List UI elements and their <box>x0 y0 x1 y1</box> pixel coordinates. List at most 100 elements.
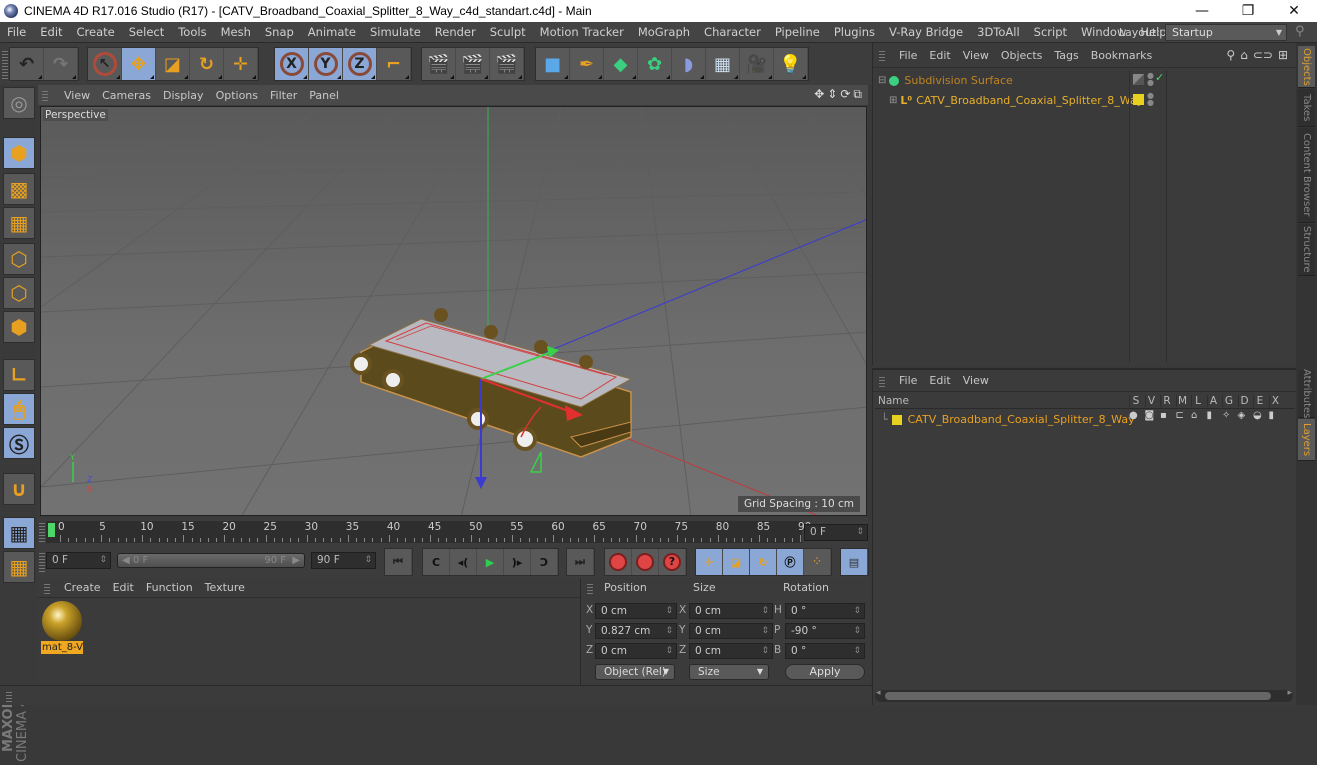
viewport-grip[interactable] <box>42 89 48 101</box>
object-name[interactable]: CATV_Broadband_Coaxial_Splitter_8_Way <box>916 94 1143 107</box>
home-icon[interactable]: ⌂ <box>1240 48 1248 62</box>
menu-plugins[interactable]: Plugins <box>827 25 882 39</box>
scrollbar-thumb[interactable] <box>885 692 1271 700</box>
go-to-previous-key-button[interactable]: C <box>423 549 450 575</box>
xref-flag-icon[interactable]: ▮ <box>1269 410 1275 421</box>
search-icon[interactable]: ⚲ <box>1295 24 1311 40</box>
new-window-icon[interactable]: ⊞ <box>1278 48 1288 62</box>
objects-menu-bookmarks[interactable]: Bookmarks <box>1085 49 1158 62</box>
size-x-field[interactable]: 0 cm <box>689 603 773 619</box>
rotate-button[interactable]: ↻ <box>190 48 224 80</box>
last-tool-button[interactable]: ✛ <box>224 48 258 80</box>
apply-button[interactable]: Apply <box>785 664 865 680</box>
visibility-dots[interactable]: ● ● <box>1147 72 1154 87</box>
menu-file[interactable]: File <box>0 25 33 39</box>
record-rotation-button[interactable]: ↻ <box>750 549 777 575</box>
side-tab-content-browser[interactable]: Content Browser <box>1298 128 1315 223</box>
objects-menu-file[interactable]: File <box>893 49 923 62</box>
collapse-icon[interactable]: ⊟ <box>878 75 886 86</box>
objects-grip[interactable] <box>879 49 885 61</box>
close-button[interactable]: ✕ <box>1271 0 1317 22</box>
layer-column-m[interactable]: M <box>1175 395 1189 407</box>
range-left-arrow[interactable]: ◀ <box>122 554 130 567</box>
scale-button[interactable]: ◪ <box>156 48 190 80</box>
objects-menu-objects[interactable]: Objects <box>995 49 1049 62</box>
redo-button[interactable]: ↷ <box>44 48 78 80</box>
expressions-flag-icon[interactable]: ◒ <box>1253 410 1262 421</box>
planar-workplane-button[interactable]: ▦ <box>3 551 35 583</box>
viewport-menu-display[interactable]: Display <box>157 89 210 102</box>
expand-icon[interactable]: ⊞ <box>889 95 897 106</box>
transport-grip[interactable] <box>39 552 45 572</box>
layers-grip[interactable] <box>879 375 885 387</box>
menu-snap[interactable]: Snap <box>258 25 301 39</box>
status-grip[interactable] <box>6 690 12 702</box>
timeline-grip[interactable] <box>39 522 45 542</box>
autokeying-button[interactable] <box>632 549 659 575</box>
solo-mode-button[interactable]: Ⓢ <box>3 427 35 459</box>
menu-character[interactable]: Character <box>697 25 768 39</box>
start-frame-field[interactable]: 0 F <box>46 552 111 569</box>
coordinate-system-button[interactable]: ⌐ <box>377 48 411 80</box>
layer-toggle-icon[interactable] <box>1133 74 1144 85</box>
position-y-field[interactable]: 0.827 cm <box>595 623 677 639</box>
camera-button[interactable]: 🎥 <box>740 48 774 80</box>
material-grip[interactable] <box>44 582 50 594</box>
y-axis-button[interactable]: Y <box>309 48 343 80</box>
manager-flag-icon[interactable]: ⊏ <box>1176 410 1184 421</box>
move-view-icon[interactable]: ✥ <box>814 87 824 102</box>
generators-flag-icon[interactable]: ✧ <box>1222 410 1230 421</box>
animation-flag-icon[interactable]: ▮ <box>1207 410 1213 421</box>
record-scale-button[interactable]: ◪ <box>723 549 750 575</box>
play-forwards-button[interactable]: ▶ <box>477 549 504 575</box>
menu-pipeline[interactable]: Pipeline <box>768 25 827 39</box>
layer-column-r[interactable]: R <box>1160 395 1173 407</box>
record-parameter-button[interactable]: Ⓟ <box>777 549 804 575</box>
objects-menu-edit[interactable]: Edit <box>923 49 956 62</box>
make-editable-button[interactable]: ◎ <box>3 87 35 119</box>
viewport-menu-panel[interactable]: Panel <box>303 89 345 102</box>
cube-button[interactable]: ■ <box>536 48 570 80</box>
current-frame-field[interactable]: 0 F <box>804 524 868 541</box>
rotation-b-field[interactable]: 0 ° <box>785 643 865 659</box>
floor-button[interactable]: ▦ <box>706 48 740 80</box>
menu-3dtoall[interactable]: 3DToAll <box>970 25 1027 39</box>
object-row[interactable]: ⊟ Subdivision Surface <box>875 71 1275 90</box>
rotation-p-field[interactable]: -90 ° <box>785 623 865 639</box>
material-menu-edit[interactable]: Edit <box>107 581 140 594</box>
layout-dropdown[interactable]: Startup <box>1165 24 1287 41</box>
points-mode-button[interactable]: ⬡ <box>3 243 35 275</box>
visibility-dots[interactable]: ● ● <box>1147 92 1154 107</box>
layer-column-s[interactable]: S <box>1129 395 1142 407</box>
z-axis-button[interactable]: Z <box>343 48 377 80</box>
menu-mograph[interactable]: MoGraph <box>631 25 697 39</box>
texture-mode-button[interactable]: ▩ <box>3 173 35 205</box>
layer-column-a[interactable]: A <box>1206 395 1220 407</box>
rotate-view-icon[interactable]: ⟳ <box>840 87 850 102</box>
axis-mode-button[interactable]: ∟ <box>3 359 35 391</box>
go-to-end-frame-button[interactable]: ⏭ <box>567 549 594 575</box>
material-menu-texture[interactable]: Texture <box>199 581 251 594</box>
material-name[interactable]: mat_8-V <box>41 641 83 654</box>
layer-column-l[interactable]: L <box>1191 395 1204 407</box>
menu-mesh[interactable]: Mesh <box>214 25 258 39</box>
menu-sculpt[interactable]: Sculpt <box>483 25 533 39</box>
workplane-lock-button[interactable]: ▦ <box>3 517 35 549</box>
viewport-menu-cameras[interactable]: Cameras <box>96 89 157 102</box>
layers-menu-view[interactable]: View <box>957 374 995 387</box>
scroll-right-arrow[interactable]: ▸ <box>1287 688 1292 698</box>
side-tab-attributes[interactable]: Attributes <box>1298 369 1315 418</box>
viewport-menu-options[interactable]: Options <box>210 89 264 102</box>
name-column-header[interactable]: Name <box>878 395 909 407</box>
rotation-h-field[interactable]: 0 ° <box>785 603 865 619</box>
render-picture-viewer-button[interactable]: 🎬 <box>456 48 490 80</box>
maximize-icon[interactable]: ⧉ <box>853 87 862 102</box>
menu-animate[interactable]: Animate <box>301 25 363 39</box>
x-axis-button[interactable]: X <box>275 48 309 80</box>
coord-grip[interactable] <box>587 582 593 594</box>
tweak-mode-button[interactable]: 🖱 <box>3 393 35 425</box>
search-icon[interactable]: ⚲ <box>1226 48 1235 62</box>
menu-create[interactable]: Create <box>70 25 122 39</box>
frame-range-slider[interactable]: ◀ 0 F 90 F ▶ <box>117 553 305 568</box>
coordinate-mode-dropdown[interactable]: Object (Rel) <box>595 664 675 680</box>
